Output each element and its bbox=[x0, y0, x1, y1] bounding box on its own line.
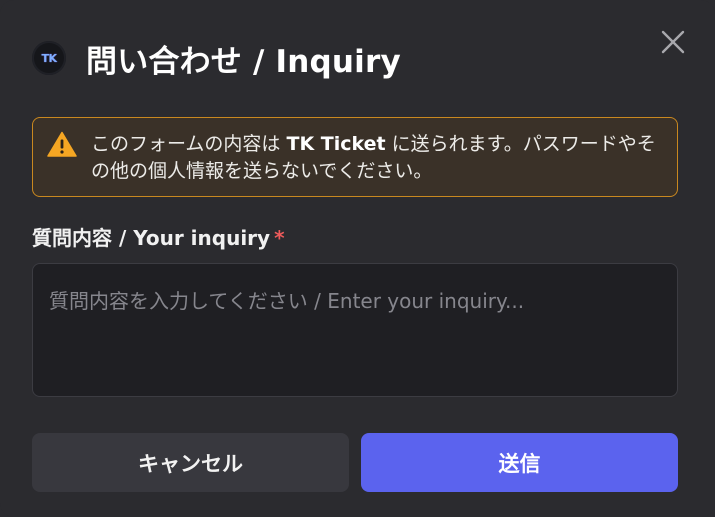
inquiry-label: 質問内容 / Your inquiry * bbox=[32, 222, 285, 251]
warning-banner: このフォームの内容は TK Ticket に送られます。パスワードやその他の個人… bbox=[32, 117, 678, 197]
warning-triangle-icon bbox=[47, 131, 77, 157]
warning-brand: TK Ticket bbox=[286, 133, 386, 155]
warning-text-before: このフォームの内容は bbox=[91, 133, 287, 155]
close-icon bbox=[661, 30, 685, 54]
cancel-button[interactable]: キャンセル bbox=[32, 433, 349, 492]
submit-button[interactable]: 送信 bbox=[361, 433, 678, 492]
dialog-header: TK 問い合わせ / Inquiry bbox=[32, 34, 401, 82]
inquiry-dialog: TK 問い合わせ / Inquiry このフォームの内容は TK Ticket … bbox=[0, 0, 715, 517]
required-mark: * bbox=[274, 226, 285, 250]
warning-text: このフォームの内容は TK Ticket に送られます。パスワードやその他の個人… bbox=[91, 131, 659, 185]
inquiry-label-text: 質問内容 / Your inquiry bbox=[32, 226, 271, 250]
tk-ticket-logo: TK bbox=[32, 41, 66, 75]
dialog-title: 問い合わせ / Inquiry bbox=[86, 43, 401, 80]
inquiry-textarea[interactable] bbox=[32, 263, 678, 397]
logo-text: TK bbox=[41, 51, 57, 65]
close-button[interactable] bbox=[659, 28, 687, 56]
